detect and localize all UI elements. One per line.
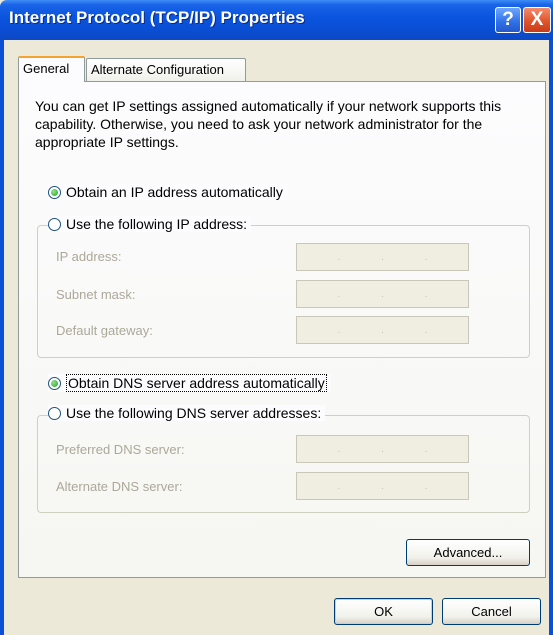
alternate-dns-field[interactable]: . . . [296, 472, 469, 500]
dot-separator: . [337, 251, 341, 263]
preferred-dns-label: Preferred DNS server: [56, 442, 185, 457]
window-title: Internet Protocol (TCP/IP) Properties [9, 8, 305, 27]
dot-separator: . [424, 443, 428, 455]
window-border-right [549, 40, 553, 635]
dot-separator: . [381, 443, 384, 455]
radio-checked-icon [48, 376, 61, 390]
dot-separator: . [381, 324, 384, 336]
radio-label: Use the following IP address: [66, 216, 248, 232]
cancel-button[interactable]: Cancel [442, 598, 541, 625]
default-gateway-label: Default gateway: [56, 323, 153, 338]
dot-separator: . [381, 251, 384, 263]
tab-alternate-configuration[interactable]: Alternate Configuration [86, 58, 246, 82]
radio-obtain-ip-auto[interactable]: Obtain an IP address automatically [48, 184, 287, 200]
radio-obtain-dns-auto[interactable]: Obtain DNS server address automatically [48, 374, 331, 392]
ip-address-field[interactable]: . . . [296, 243, 469, 271]
dot-separator: . [424, 251, 428, 263]
dot-separator: . [337, 443, 341, 455]
radio-label: Obtain DNS server address automatically [66, 374, 327, 392]
dot-separator: . [424, 480, 428, 492]
dot-separator: . [424, 324, 428, 336]
default-gateway-field[interactable]: . . . [296, 316, 469, 344]
tab-general[interactable]: General [18, 56, 85, 82]
dot-separator: . [381, 480, 384, 492]
subnet-mask-label: Subnet mask: [56, 287, 136, 302]
ok-button[interactable]: OK [334, 598, 433, 625]
preferred-dns-field[interactable]: . . . [296, 435, 469, 463]
radio-unchecked-icon [48, 406, 61, 420]
radio-label: Obtain an IP address automatically [66, 184, 283, 200]
dot-separator: . [337, 480, 341, 492]
description-text: You can get IP settings assigned automat… [35, 98, 502, 150]
dot-separator: . [337, 288, 341, 300]
dot-separator: . [424, 288, 428, 300]
tcpip-properties-dialog: Internet Protocol (TCP/IP) Properties ? … [0, 0, 553, 635]
dot-separator: . [381, 288, 384, 300]
advanced-button[interactable]: Advanced... [406, 539, 530, 566]
radio-label: Use the following DNS server addresses: [66, 405, 322, 421]
radio-use-following-ip[interactable]: Use the following IP address: [48, 216, 252, 232]
title-bar[interactable]: Internet Protocol (TCP/IP) Properties ? … [0, 0, 553, 40]
help-icon[interactable]: ? [495, 7, 521, 33]
window-border-left [0, 40, 4, 635]
dot-separator: . [337, 324, 341, 336]
ip-address-label: IP address: [56, 249, 122, 264]
radio-checked-icon [48, 185, 61, 199]
close-icon[interactable]: X [523, 7, 551, 33]
radio-use-following-dns[interactable]: Use the following DNS server addresses: [48, 405, 326, 421]
subnet-mask-field[interactable]: . . . [296, 280, 469, 308]
alternate-dns-label: Alternate DNS server: [56, 479, 183, 494]
radio-unchecked-icon [48, 217, 61, 231]
